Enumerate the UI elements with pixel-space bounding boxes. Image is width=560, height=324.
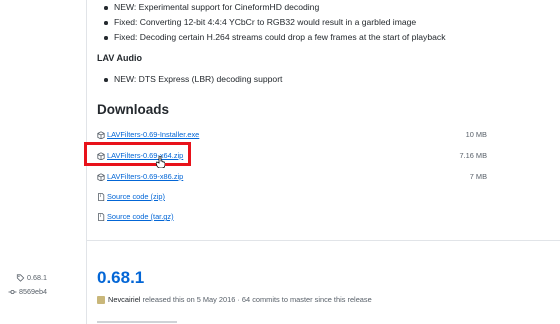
avatar[interactable]	[97, 296, 105, 305]
asset-link[interactable]: LAVFilters-0.69-Installer.exe	[107, 129, 199, 141]
download-asset-x86-zip[interactable]: LAVFilters-0.69-x86.zip 7 MB	[97, 171, 487, 183]
highlight-box	[84, 142, 191, 166]
list-item: NEW: DTS Express (LBR) decoding support	[103, 72, 282, 87]
release-meta-text: released this on 5 May 2016 · 64 commits…	[140, 295, 372, 304]
release-divider	[87, 240, 560, 241]
truncated-content	[97, 320, 177, 324]
list-item: Fixed: Converting 12-bit 4:4:4 YCbCr to …	[104, 15, 446, 30]
list-item: NEW: Experimental support for CineformHD…	[104, 0, 446, 15]
package-icon	[97, 131, 105, 139]
package-icon	[97, 173, 105, 181]
asset-size: 7.16 MB	[459, 151, 487, 160]
release-commit[interactable]: 8569eb4	[8, 287, 47, 296]
asset-link[interactable]: LAVFilters-0.69-x86.zip	[107, 171, 183, 183]
download-asset-installer[interactable]: LAVFilters-0.69-Installer.exe 10 MB	[97, 129, 487, 141]
tag-icon	[16, 274, 25, 282]
file-zip-icon	[98, 193, 105, 201]
download-source-zip[interactable]: Source code (zip)	[97, 191, 487, 203]
release-title-link[interactable]: 0.68.1	[97, 268, 144, 288]
lav-audio-heading: LAV Audio	[97, 53, 142, 63]
asset-size: 10 MB	[465, 130, 487, 139]
lav-video-changelog: NEW: Experimental support for CineformHD…	[104, 0, 446, 45]
asset-link[interactable]: Source code (tar.gz)	[107, 211, 174, 223]
commit-label: 8569eb4	[19, 287, 47, 296]
tag-label: 0.68.1	[27, 273, 47, 282]
downloads-heading: Downloads	[97, 102, 170, 117]
lav-audio-changelog: NEW: DTS Express (LBR) decoding support	[103, 72, 282, 87]
asset-size: 7 MB	[469, 172, 487, 181]
hand-cursor-icon	[156, 156, 165, 168]
commit-icon	[8, 290, 17, 295]
list-item: Fixed: Decoding certain H.264 streams co…	[104, 30, 446, 45]
release-meta: Nevcairiel released this on 5 May 2016 ·…	[97, 295, 372, 305]
asset-link[interactable]: Source code (zip)	[107, 191, 165, 203]
release-tag[interactable]: 0.68.1	[16, 273, 47, 282]
file-zip-icon	[98, 213, 105, 221]
download-source-targz[interactable]: Source code (tar.gz)	[97, 211, 487, 223]
release-author-link[interactable]: Nevcairiel	[108, 295, 140, 304]
